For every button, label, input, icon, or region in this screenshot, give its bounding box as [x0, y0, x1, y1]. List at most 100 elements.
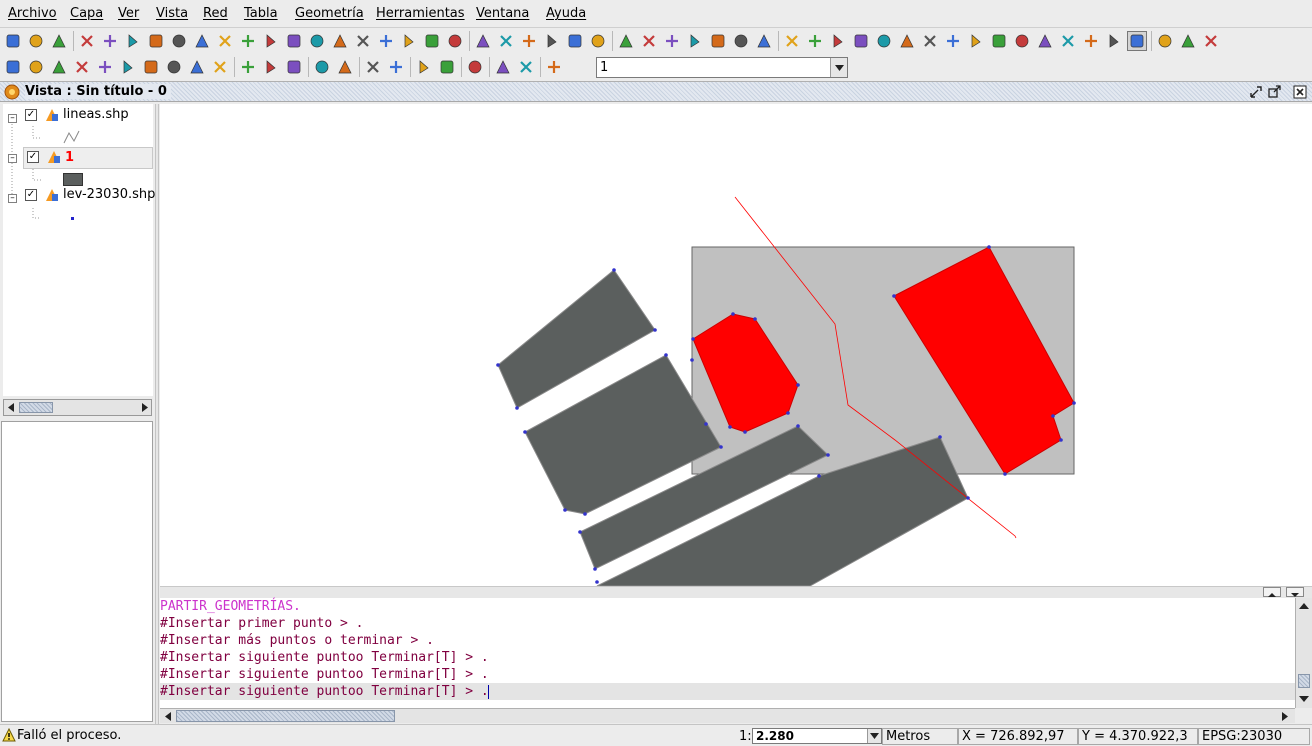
settings-icon[interactable]: [123, 31, 143, 51]
toc-layer-label-1[interactable]: 1: [65, 150, 74, 165]
zoom-selection-icon[interactable]: [376, 31, 396, 51]
layers-color-icon[interactable]: [422, 31, 442, 51]
console-vscroll-thumb[interactable]: [1298, 674, 1310, 688]
menu-ver[interactable]: Ver: [118, 6, 139, 21]
target-icon[interactable]: [192, 31, 212, 51]
map-icon[interactable]: [437, 57, 457, 77]
save-icon[interactable]: [49, 31, 69, 51]
zoom-in-icon[interactable]: [261, 31, 281, 51]
toc-layer-label-0[interactable]: lineas.shp: [63, 107, 129, 122]
maximize-icon[interactable]: [1266, 84, 1282, 100]
book-icon[interactable]: [1104, 31, 1124, 51]
edit-vertex-icon[interactable]: [989, 31, 1009, 51]
menu-archivo[interactable]: Archivo: [8, 6, 57, 21]
console-vertical-scrollbar[interactable]: [1295, 598, 1312, 708]
hyperlink-icon[interactable]: [805, 31, 825, 51]
scale-combo[interactable]: 2.280: [752, 728, 882, 744]
toc-horizontal-scrollbar[interactable]: [3, 399, 152, 416]
zoom-extent-icon[interactable]: [353, 31, 373, 51]
console-hscroll-thumb[interactable]: [176, 710, 395, 722]
select-green-icon[interactable]: [1035, 31, 1055, 51]
menu-ventana[interactable]: Ventana: [476, 6, 529, 21]
toc-scroll-thumb[interactable]: [19, 402, 53, 413]
layer-manager-icon[interactable]: [100, 31, 120, 51]
menu-red[interactable]: Red: [203, 6, 228, 21]
menu-vista[interactable]: Vista: [156, 6, 188, 21]
tree-icon[interactable]: [238, 31, 258, 51]
scale-icon[interactable]: [897, 31, 917, 51]
edit-note-icon[interactable]: [215, 31, 235, 51]
select-circle-icon[interactable]: [731, 31, 751, 51]
undo-icon[interactable]: [312, 57, 332, 77]
filter-icon[interactable]: [782, 31, 802, 51]
new-icon[interactable]: [3, 31, 23, 51]
scroll-left-icon[interactable]: [163, 711, 173, 722]
scroll-right-icon[interactable]: [140, 402, 150, 413]
menu-ayuda[interactable]: Ayuda: [546, 6, 586, 21]
table-icon[interactable]: [1155, 31, 1175, 51]
scroll-left-icon[interactable]: [6, 402, 16, 413]
copy-icon[interactable]: [920, 31, 940, 51]
menu-herramientas[interactable]: Herramientas: [376, 6, 465, 21]
rotate-icon[interactable]: [874, 31, 894, 51]
paste-icon[interactable]: [284, 57, 304, 77]
add-layer-icon[interactable]: [77, 31, 97, 51]
edit-layer-icon[interactable]: [544, 57, 564, 77]
panel-splitter[interactable]: [155, 104, 159, 724]
toc-expander-0[interactable]: –: [8, 114, 17, 123]
select-buffer-icon[interactable]: [754, 31, 774, 51]
ellipse-icon[interactable]: [164, 57, 184, 77]
grid-icon[interactable]: [1178, 31, 1198, 51]
expand-up-icon[interactable]: [1263, 587, 1281, 597]
layers-2-icon[interactable]: [516, 57, 536, 77]
measure-icon[interactable]: [519, 31, 539, 51]
explode-icon[interactable]: [966, 31, 986, 51]
ellipse2-icon[interactable]: [187, 57, 207, 77]
select-point-icon[interactable]: [639, 31, 659, 51]
hand-pan-icon[interactable]: [445, 31, 465, 51]
zoom-find-icon[interactable]: [386, 57, 406, 77]
toc-expander-2[interactable]: –: [8, 194, 17, 203]
rectangle-icon[interactable]: [141, 57, 161, 77]
line-icon[interactable]: [49, 57, 69, 77]
hammer-icon[interactable]: [1081, 31, 1101, 51]
scroll-down-icon[interactable]: [1298, 693, 1310, 703]
layer-combo[interactable]: 1: [596, 57, 848, 78]
move-icon[interactable]: [943, 31, 963, 51]
globe-icon[interactable]: [565, 31, 585, 51]
magnify-icon[interactable]: [465, 57, 485, 77]
pan-back-icon[interactable]: [399, 31, 419, 51]
minimize-icon[interactable]: [1248, 84, 1264, 100]
toc-layer-label-2[interactable]: lev-23030.shp: [63, 187, 155, 202]
zoom-out-icon[interactable]: [307, 31, 327, 51]
edit-icon[interactable]: [169, 31, 189, 51]
polygon-icon[interactable]: [210, 57, 230, 77]
redo-icon[interactable]: [335, 57, 355, 77]
polyline-icon[interactable]: [95, 57, 115, 77]
table-icon[interactable]: [238, 57, 258, 77]
command-console[interactable]: PARTIR_GEOMETRÍAS. #Insertar primer punt…: [160, 598, 1295, 708]
toc-checkbox-1[interactable]: ✓: [27, 151, 39, 163]
multipoint-icon[interactable]: [26, 57, 46, 77]
select-polygon-icon[interactable]: [708, 31, 728, 51]
chevron-down-icon[interactable]: [867, 729, 881, 743]
hyperlink2-icon[interactable]: [828, 31, 848, 51]
select-arrow-icon[interactable]: [616, 31, 636, 51]
add-point-icon[interactable]: [496, 31, 516, 51]
find-icon[interactable]: [363, 57, 383, 77]
console-input-line[interactable]: #Insertar siguiente puntoo Terminar[T] >…: [160, 683, 489, 700]
zoom-icon[interactable]: [284, 31, 304, 51]
check-icon[interactable]: [414, 57, 434, 77]
measure-area-icon[interactable]: [542, 31, 562, 51]
export-icon[interactable]: [146, 31, 166, 51]
locator-map[interactable]: [1, 421, 153, 722]
arc-icon[interactable]: [72, 57, 92, 77]
scroll-right-icon[interactable]: [1280, 711, 1290, 722]
collapse-down-icon[interactable]: [1286, 587, 1304, 597]
menu-geometria[interactable]: Geometría: [295, 6, 364, 21]
open-icon[interactable]: [26, 31, 46, 51]
symmetry-icon[interactable]: [851, 31, 871, 51]
toc-checkbox-0[interactable]: ✓: [25, 109, 37, 121]
circle-icon[interactable]: [118, 57, 138, 77]
chevron-down-icon[interactable]: [830, 58, 847, 77]
